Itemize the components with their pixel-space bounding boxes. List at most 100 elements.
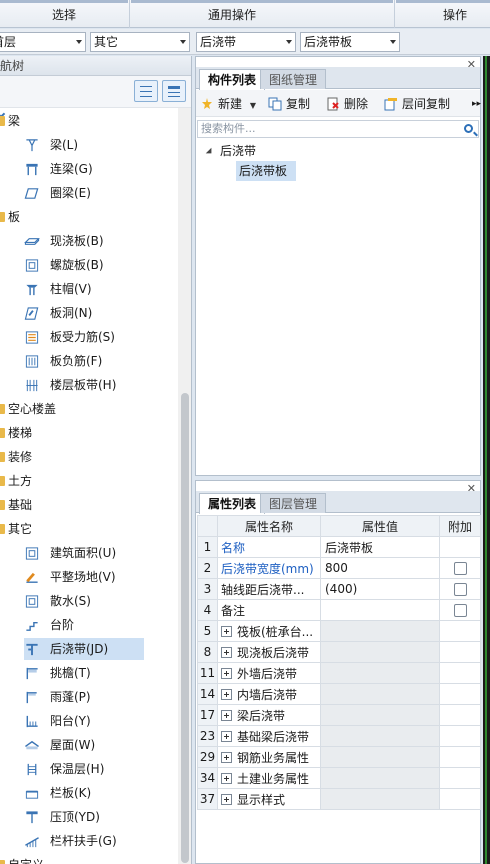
expand-plus-icon[interactable] — [221, 772, 232, 784]
property-group-name[interactable]: 外墙后浇带 — [217, 662, 321, 684]
tab-component-list[interactable]: 构件列表 — [199, 69, 266, 90]
category-select[interactable]: 其它 — [90, 32, 190, 52]
nav-item[interactable]: 现浇板(B) — [24, 230, 144, 252]
extra-checkbox[interactable] — [453, 583, 467, 596]
nav-item[interactable]: 散水(S) — [24, 590, 144, 612]
property-group-name[interactable]: 内墙后浇带 — [217, 683, 321, 705]
delete-button[interactable]: 删除 — [326, 95, 368, 113]
property-group-name[interactable]: 现浇板后浇带 — [217, 641, 321, 663]
nav-item[interactable]: 阳台(Y) — [24, 710, 144, 732]
nav-item[interactable]: 栏板(K) — [24, 782, 144, 804]
nav-item[interactable]: 台阶 — [24, 614, 144, 636]
nav-item[interactable]: 螺旋板(B) — [24, 254, 144, 276]
property-value-input[interactable]: 800 — [320, 557, 440, 579]
component-search-input[interactable]: 搜索构件... — [197, 120, 479, 138]
property-row[interactable]: 14 内墙后浇带 — [197, 683, 481, 705]
property-group-name[interactable]: 钢筋业务属性 — [217, 746, 321, 768]
property-group-name[interactable]: 显示样式 — [217, 788, 321, 810]
expand-plus-icon[interactable] — [221, 688, 232, 700]
property-row[interactable]: 37 显示样式 — [197, 788, 481, 810]
nav-category[interactable]: 土方 — [0, 470, 178, 492]
nav-category[interactable]: 装修 — [0, 446, 178, 468]
expand-plus-icon[interactable] — [221, 667, 232, 679]
tab-property-list[interactable]: 属性列表 — [199, 493, 266, 514]
extra-checkbox[interactable] — [453, 604, 467, 617]
expand-plus-icon[interactable] — [221, 646, 232, 658]
nav-item[interactable]: 后浇带(JD) — [24, 638, 144, 660]
row-number: 3 — [197, 578, 218, 600]
property-row[interactable]: 1 名称 后浇带板 — [197, 536, 481, 558]
nav-item[interactable]: 压顶(YD) — [24, 806, 144, 828]
ribbon-group-ops[interactable]: 操作 — [420, 0, 490, 28]
property-row[interactable]: 2 后浇带宽度(mm) 800 — [197, 557, 481, 579]
more-toolbar-icon[interactable]: ▸▸ — [472, 95, 481, 113]
expand-plus-icon[interactable] — [221, 793, 232, 805]
list-view-button[interactable] — [134, 80, 158, 102]
nav-category[interactable]: 板 — [0, 206, 178, 228]
property-row[interactable]: 29 钢筋业务属性 — [197, 746, 481, 768]
property-value-input[interactable]: 后浇带板 — [320, 536, 440, 558]
component-tree-root[interactable]: 后浇带 — [196, 141, 480, 161]
nav-item[interactable]: 圈梁(E) — [24, 182, 144, 204]
property-row[interactable]: 5 筏板(桩承台... — [197, 620, 481, 642]
property-value-input[interactable] — [320, 599, 440, 621]
expand-plus-icon[interactable] — [221, 730, 232, 742]
property-group-name[interactable]: 梁后浇带 — [217, 704, 321, 726]
extra-checkbox[interactable] — [453, 562, 467, 575]
nav-item[interactable]: 挑檐(T) — [24, 662, 144, 684]
property-group-name[interactable]: 基础梁后浇带 — [217, 725, 321, 747]
property-group-name[interactable]: 筏板(桩承台... — [217, 620, 321, 642]
nav-category[interactable]: 基础 — [0, 494, 178, 516]
property-row[interactable]: 11 外墙后浇带 — [197, 662, 481, 684]
property-row[interactable]: 17 梁后浇带 — [197, 704, 481, 726]
navigation-scrollbar[interactable] — [178, 108, 191, 864]
component-tree-item[interactable]: 后浇带板 — [236, 161, 296, 181]
tab-layer-management[interactable]: 图层管理 — [260, 493, 327, 513]
expand-triangle-icon[interactable] — [205, 147, 215, 157]
nav-item[interactable]: 雨蓬(P) — [24, 686, 144, 708]
component-type-select[interactable]: 后浇带 — [196, 32, 296, 52]
nav-item[interactable]: 保温层(H) — [24, 758, 144, 780]
nav-item[interactable]: 板受力筋(S) — [24, 326, 144, 348]
nav-item[interactable]: 板洞(N) — [24, 302, 144, 324]
nav-category[interactable]: 梁 — [0, 110, 178, 132]
nav-category[interactable]: 自定义 — [0, 854, 178, 864]
scrollbar-thumb[interactable] — [181, 393, 189, 863]
property-row[interactable]: 23 基础梁后浇带 — [197, 725, 481, 747]
nav-category[interactable]: 空心楼盖 — [0, 398, 178, 420]
nav-item[interactable]: 梁(L) — [24, 134, 144, 156]
detail-view-button[interactable] — [162, 80, 186, 102]
nav-item[interactable]: 建筑面积(U) — [24, 542, 144, 564]
component-name-select[interactable]: 后浇带板 — [300, 32, 400, 52]
property-value-input[interactable]: (400) — [320, 578, 440, 600]
search-placeholder: 搜索构件... — [201, 122, 256, 135]
property-row[interactable]: 4 备注 — [197, 599, 481, 621]
nav-item[interactable]: 屋面(W) — [24, 734, 144, 756]
property-row[interactable]: 34 土建业务属性 — [197, 767, 481, 789]
nav-item[interactable]: 板负筋(F) — [24, 350, 144, 372]
ribbon-group-common-ops[interactable]: 通用操作 — [131, 0, 333, 28]
tab-drawing-management[interactable]: 图纸管理 — [260, 69, 327, 89]
search-icon[interactable] — [464, 124, 473, 133]
expand-plus-icon[interactable] — [221, 625, 232, 637]
floor-select[interactable]: 首层 — [0, 32, 86, 52]
nav-item[interactable]: 楼层板带(H) — [24, 374, 144, 396]
nav-item[interactable]: 栏杆扶手(G) — [24, 830, 144, 852]
copy-button[interactable]: 复制 — [268, 95, 310, 113]
property-row[interactable]: 3 轴线距后浇带... (400) — [197, 578, 481, 600]
property-group-name[interactable]: 土建业务属性 — [217, 767, 321, 789]
floor-copy-button[interactable]: 层间复制 — [384, 95, 450, 113]
component-toolbar: 新建 ▼ 复制 删除 层间复制 ▸▸ — [196, 90, 481, 117]
nav-item[interactable]: 连梁(G) — [24, 158, 144, 180]
nav-category[interactable]: 其它 — [0, 518, 178, 540]
nav-category[interactable]: 楼梯 — [0, 422, 178, 444]
nav-item[interactable]: 柱帽(V) — [24, 278, 144, 300]
new-button[interactable]: 新建 ▼ — [200, 95, 256, 113]
expand-plus-icon[interactable] — [221, 709, 232, 721]
nav-item-label: 压顶(YD) — [50, 810, 100, 824]
nav-item[interactable]: 平整场地(V) — [24, 566, 144, 588]
ribbon-group-select[interactable]: 选择 — [0, 0, 128, 28]
coupling-beam-icon — [26, 163, 38, 176]
expand-plus-icon[interactable] — [221, 751, 232, 763]
property-row[interactable]: 8 现浇板后浇带 — [197, 641, 481, 663]
